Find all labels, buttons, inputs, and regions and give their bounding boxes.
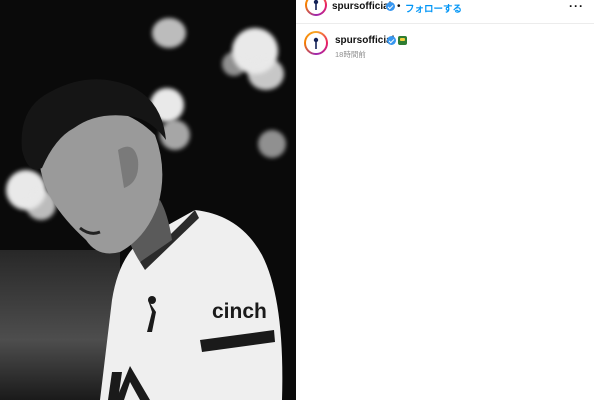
sponsor-logo-text: cinch (212, 300, 267, 323)
post-timestamp: 18時間前 (335, 50, 366, 59)
post-photo[interactable]: cinch (0, 0, 296, 400)
separator-dot: • (397, 1, 401, 12)
verified-badge-icon (386, 2, 395, 11)
spurs-crest-icon (306, 33, 326, 53)
follow-button[interactable]: フォローする (405, 1, 462, 15)
caption-author-avatar[interactable] (304, 31, 328, 55)
author-username[interactable]: spursofficial (332, 1, 391, 12)
emoji-icon (398, 36, 407, 45)
player-figure: cinch (21, 79, 283, 400)
spurs-crest-icon (307, 0, 325, 14)
caption-verified-badge-icon (387, 36, 396, 45)
more-options-icon[interactable]: ··· (569, 0, 584, 13)
post-side-panel: spursofficial • フォローする ··· spursofficial… (296, 0, 594, 400)
caption-author-username[interactable]: spursofficial (335, 35, 394, 46)
